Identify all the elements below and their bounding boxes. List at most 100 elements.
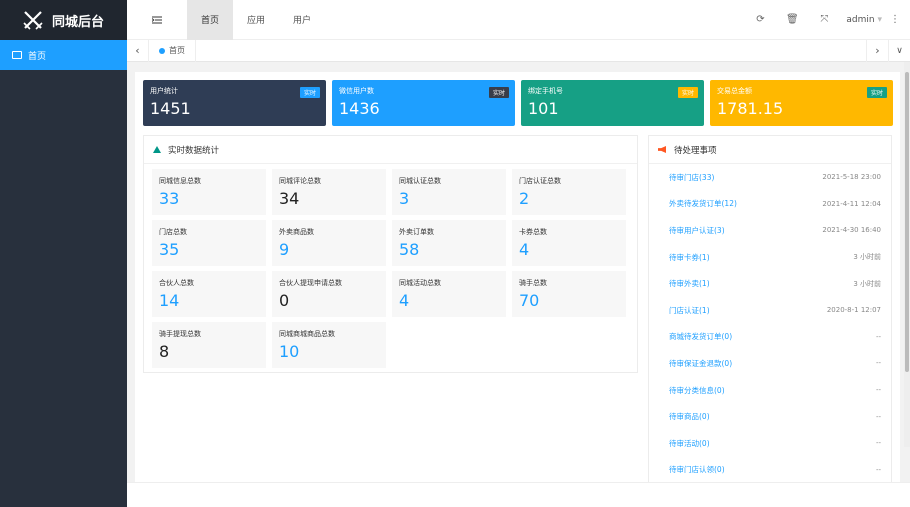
page-tab-label: 首页 bbox=[169, 46, 185, 55]
page-scrollbar[interactable] bbox=[904, 62, 910, 447]
stat-value: 33 bbox=[159, 189, 180, 208]
todo-item[interactable]: 商城待发货订单(0) -- bbox=[649, 324, 891, 351]
card-trade-amount: 交易总金额 1781.15 实时 bbox=[710, 80, 893, 126]
todo-time: -- bbox=[875, 359, 881, 368]
card-title: 交易总金额 bbox=[717, 87, 752, 95]
stat-value: 58 bbox=[399, 240, 420, 259]
todo-link[interactable]: 待审活动(0) bbox=[669, 438, 710, 449]
stat-label: 门店总数 bbox=[159, 228, 187, 236]
todo-time: 2021-5-18 23:00 bbox=[822, 173, 881, 182]
stat-cell: 骑手总数 70 bbox=[512, 271, 626, 317]
todo-item[interactable]: 待审用户认证(3) 2021-4-30 16:40 bbox=[649, 217, 891, 244]
todo-item[interactable]: 待审保证金退款(0) -- bbox=[649, 350, 891, 377]
todo-link[interactable]: 待审商品(0) bbox=[669, 411, 710, 422]
todo-item[interactable]: 待审卡券(1) 3 小时前 bbox=[649, 244, 891, 271]
card-value: 1451 bbox=[150, 99, 191, 118]
card-wechat-users: 微信用户数 1436 实时 bbox=[332, 80, 515, 126]
stat-value: 10 bbox=[279, 342, 300, 361]
todo-time: -- bbox=[875, 412, 881, 421]
page-tabs-bar: ‹ 首页 › ∨ bbox=[127, 39, 910, 62]
todo-time: 3 小时前 bbox=[853, 279, 881, 288]
page-tab-home[interactable]: 首页 bbox=[149, 39, 196, 62]
stat-value: 9 bbox=[279, 240, 290, 259]
top-header: 首页 应用 用户 ⟳ 🗑 ⤧ admin ▾ ⋮ bbox=[127, 0, 910, 40]
tab-home[interactable]: 首页 bbox=[187, 0, 234, 40]
todo-title: 待处理事项 bbox=[674, 145, 717, 156]
app-title: 同城后台 bbox=[52, 14, 105, 30]
stat-value: 70 bbox=[519, 291, 540, 310]
card-value: 1781.15 bbox=[717, 99, 784, 118]
card-title: 微信用户数 bbox=[339, 87, 374, 95]
user-menu[interactable]: admin ▾ bbox=[846, 15, 882, 25]
active-dot-icon bbox=[159, 47, 165, 54]
megaphone-icon bbox=[658, 146, 666, 153]
stat-value: 35 bbox=[159, 240, 180, 259]
todo-link[interactable]: 外卖待发货订单(12) bbox=[669, 198, 737, 209]
todo-link[interactable]: 待审卡券(1) bbox=[669, 252, 710, 263]
todo-link[interactable]: 待审保证金退款(0) bbox=[669, 358, 732, 369]
todo-link[interactable]: 商城待发货订单(0) bbox=[669, 331, 732, 342]
card-title: 用户统计 bbox=[150, 87, 178, 95]
stat-label: 外卖商品数 bbox=[279, 228, 314, 236]
todo-time: -- bbox=[875, 386, 881, 395]
stats-grid: 同城信息总数 33 同城评论总数 34 同城认证总数 3 门店认证总数 2 门店总数 35 外卖商品… bbox=[144, 164, 637, 373]
menu-toggle-button[interactable] bbox=[127, 16, 187, 24]
stat-label: 同城活动总数 bbox=[399, 279, 441, 287]
stat-value: 14 bbox=[159, 291, 180, 310]
todo-link[interactable]: 待审门店认领(0) bbox=[669, 464, 725, 475]
todo-item[interactable]: 待审门店(33) 2021-5-18 23:00 bbox=[649, 164, 891, 191]
todo-time: -- bbox=[875, 439, 881, 448]
stat-cell: 合伙人总数 14 bbox=[152, 271, 266, 317]
refresh-icon[interactable]: ⟳ bbox=[744, 14, 776, 25]
todo-link[interactable]: 门店认证(1) bbox=[669, 305, 710, 316]
card-value: 1436 bbox=[339, 99, 380, 118]
summary-cards: 用户统计 1451 实时 微信用户数 1436 实时 绑定手机号 101 实时 … bbox=[143, 80, 893, 126]
trash-icon[interactable]: 🗑 bbox=[776, 14, 808, 25]
todo-item[interactable]: 待审分类信息(0) -- bbox=[649, 377, 891, 404]
tab-users[interactable]: 用户 bbox=[279, 0, 325, 40]
todo-time: 2020-8-1 12:07 bbox=[826, 306, 881, 315]
todo-link[interactable]: 待审外卖(1) bbox=[669, 278, 710, 289]
logo[interactable]: 同城后台 bbox=[0, 0, 127, 40]
todo-item[interactable]: 外卖待发货订单(12) 2021-4-11 12:04 bbox=[649, 191, 891, 218]
realtime-badge: 实时 bbox=[677, 87, 698, 98]
todo-time: -- bbox=[875, 465, 881, 474]
tab-apps[interactable]: 应用 bbox=[233, 0, 279, 40]
realtime-badge: 实时 bbox=[299, 87, 320, 98]
sidebar: 同城后台 首页 bbox=[0, 0, 127, 507]
chevron-right-icon[interactable]: › bbox=[866, 39, 888, 62]
realtime-badge: 实时 bbox=[866, 87, 887, 98]
stats-panel: 实时数据统计 同城信息总数 33 同城评论总数 34 同城认证总数 3 门店认证总数 2 门店总… bbox=[143, 135, 638, 373]
warning-icon bbox=[153, 146, 161, 153]
todo-link[interactable]: 待审门店(33) bbox=[669, 172, 714, 183]
todo-link[interactable]: 待审用户认证(3) bbox=[669, 225, 725, 236]
more-vertical-icon[interactable]: ⋮ bbox=[890, 14, 900, 25]
todo-item[interactable]: 待审活动(0) -- bbox=[649, 430, 891, 457]
scrollbar-thumb[interactable] bbox=[905, 72, 909, 372]
stat-label: 门店认证总数 bbox=[519, 177, 561, 185]
stat-value: 8 bbox=[159, 342, 170, 361]
realtime-badge: 实时 bbox=[488, 87, 509, 98]
todo-item[interactable]: 待审外卖(1) 3 小时前 bbox=[649, 270, 891, 297]
sidebar-item-home[interactable]: 首页 bbox=[0, 40, 127, 70]
stat-cell: 外卖商品数 9 bbox=[272, 220, 386, 266]
stat-cell: 门店总数 35 bbox=[152, 220, 266, 266]
stats-title: 实时数据统计 bbox=[168, 145, 220, 156]
todo-time: 2021-4-30 16:40 bbox=[822, 226, 881, 235]
todo-list: 待审门店(33) 2021-5-18 23:00 外卖待发货订单(12) 2021-4… bbox=[649, 164, 891, 483]
stat-cell: 同城评论总数 34 bbox=[272, 169, 386, 215]
stat-cell: 骑手提现总数 8 bbox=[152, 322, 266, 368]
stat-cell: 同城认证总数 3 bbox=[392, 169, 506, 215]
chevron-down-icon[interactable]: ∨ bbox=[888, 39, 910, 62]
sidebar-item-label: 首页 bbox=[28, 51, 47, 62]
stat-cell: 合伙人提现申请总数 0 bbox=[272, 271, 386, 317]
todo-item[interactable]: 门店认证(1) 2020-8-1 12:07 bbox=[649, 297, 891, 324]
todo-item[interactable]: 待审门店认领(0) -- bbox=[649, 457, 891, 484]
todo-time: 2021-4-11 12:04 bbox=[822, 199, 881, 208]
todo-link[interactable]: 待审分类信息(0) bbox=[669, 385, 725, 396]
chevron-left-icon[interactable]: ‹ bbox=[127, 39, 149, 62]
fullscreen-icon[interactable]: ⤧ bbox=[808, 14, 840, 25]
todo-item[interactable]: 待审商品(0) -- bbox=[649, 403, 891, 430]
stat-value: 4 bbox=[399, 291, 410, 310]
stat-cell: 同城活动总数 4 bbox=[392, 271, 506, 317]
